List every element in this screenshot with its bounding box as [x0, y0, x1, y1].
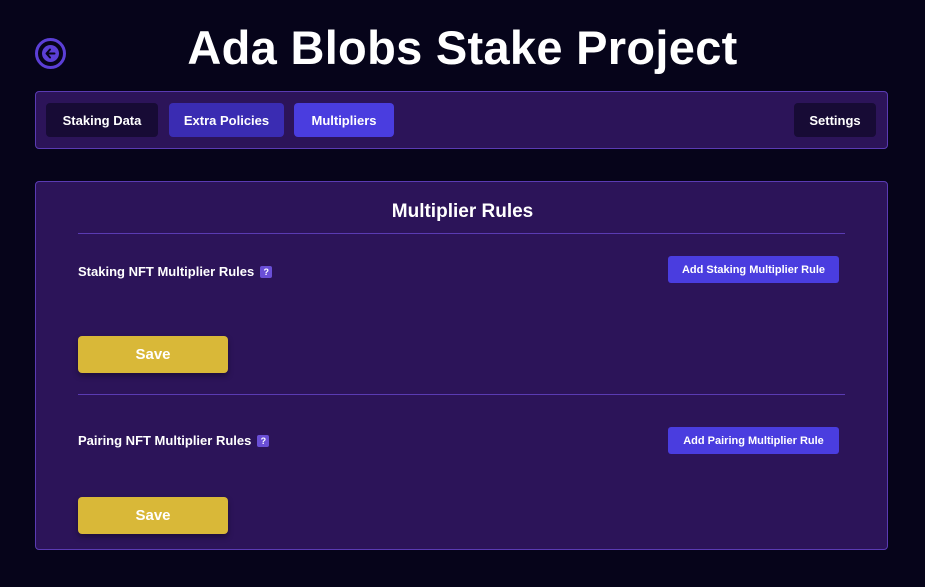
help-icon[interactable]: ? — [257, 434, 270, 447]
tab-staking-data[interactable]: Staking Data — [46, 103, 158, 137]
nav-tabbar: Staking Data Extra Policies Multipliers … — [35, 91, 888, 149]
multiplier-rules-panel: Multiplier Rules Staking NFT Multiplier … — [35, 181, 888, 550]
panel-title: Multiplier Rules — [391, 201, 534, 222]
staking-rules-label: Staking NFT Multiplier Rules ? — [78, 264, 273, 279]
divider — [78, 394, 845, 395]
add-staking-multiplier-rule-button[interactable]: Add Staking Multiplier Rule — [668, 256, 839, 283]
staking-rules-label-text: Staking NFT Multiplier Rules — [78, 264, 255, 279]
tab-multipliers[interactable]: Multipliers — [294, 103, 394, 137]
pairing-rules-label-text: Pairing NFT Multiplier Rules — [78, 433, 252, 448]
help-icon[interactable]: ? — [260, 265, 273, 278]
tab-settings[interactable]: Settings — [794, 103, 876, 137]
divider — [78, 233, 845, 234]
save-staking-button[interactable]: Save — [78, 336, 228, 373]
tab-extra-policies[interactable]: Extra Policies — [169, 103, 284, 137]
add-pairing-multiplier-rule-button[interactable]: Add Pairing Multiplier Rule — [668, 427, 839, 454]
save-pairing-button[interactable]: Save — [78, 497, 228, 534]
pairing-rules-label: Pairing NFT Multiplier Rules ? — [78, 433, 270, 448]
page-title: Ada Blobs Stake Project — [187, 21, 738, 74]
page: Ada Blobs Stake Project Staking Data Ext… — [0, 0, 925, 587]
